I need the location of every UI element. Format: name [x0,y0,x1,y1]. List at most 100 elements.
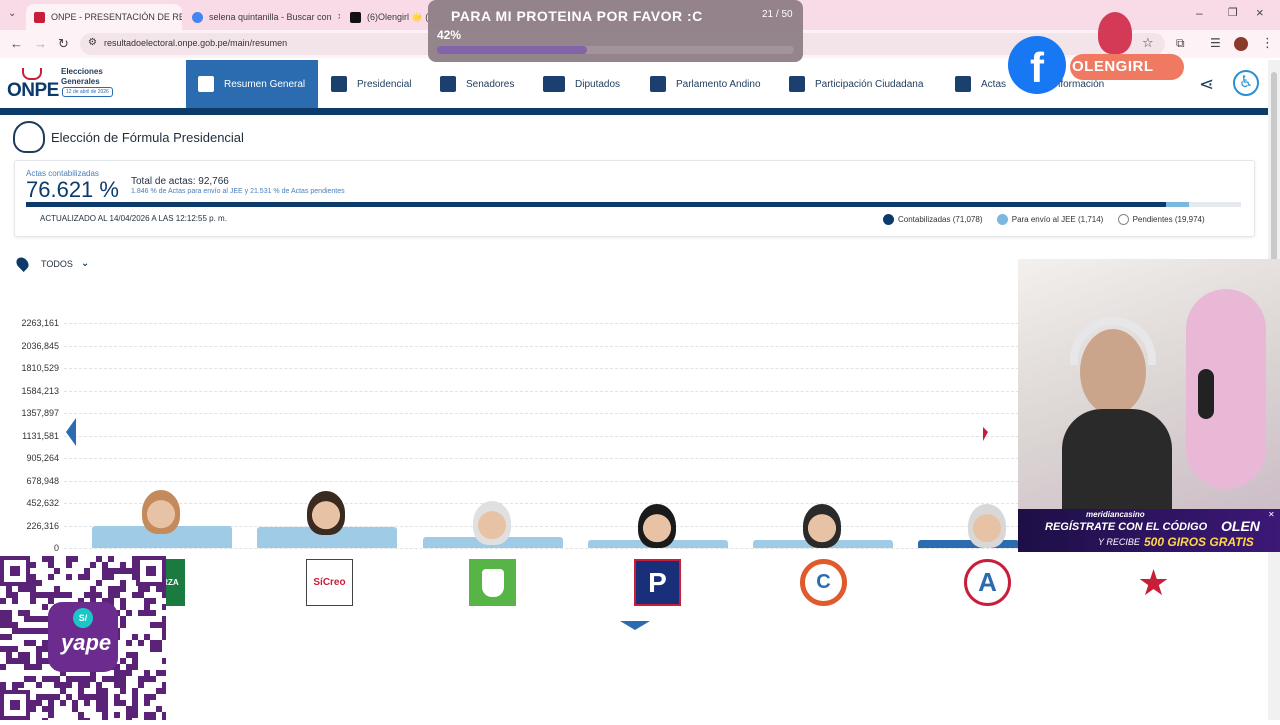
chart-prev-arrow-icon[interactable] [66,418,76,446]
actas-subnote: 1.846 % de Actas para envío al JEE y 21.… [131,188,345,195]
yape-label: yape [61,630,112,655]
casino-banner: meridiancasino REGÍSTRATE CON EL CÓDIGO … [1018,509,1280,552]
facebook-icon: f [1008,36,1066,94]
donation-goal-overlay: PARA MI PROTEINA POR FAVOR :C 21 / 50 42… [428,0,803,62]
nav-participacion-ciudadana[interactable]: Participación Ciudadana [789,60,923,108]
y-tick-label: 452,632 [26,498,59,508]
pending-dot-icon [1117,214,1129,225]
nav-resumen-general[interactable]: Resumen General [186,60,318,108]
mouse-cursor-icon [983,427,988,441]
candidate-photo[interactable] [142,490,180,535]
nav-parlamento-andino[interactable]: Parlamento Andino [650,60,761,108]
senate-icon [440,76,456,92]
y-tick-label: 1584,213 [21,385,59,396]
jee-dot-icon [996,214,1008,225]
onpe-logo[interactable]: ONPE Elecciones Generales 12 de abril de… [6,66,114,104]
nav-presidencial[interactable]: Presidencial [331,60,411,108]
nav-actas[interactable]: Actas [955,60,1006,108]
progress-jee [1166,202,1189,207]
accessibility-icon[interactable]: ♿ [1233,70,1259,96]
nav-label: Presidencial [357,78,412,90]
chart-expand-arrow-icon[interactable] [620,621,650,630]
y-tick-label: 2263,161 [21,318,59,328]
minimize-icon[interactable]: – [1196,6,1203,20]
actas-percent: 76.621 % [26,177,119,202]
nav-diputados[interactable]: Diputados [543,60,620,108]
casino-line2: Y RECIBE [1098,537,1140,547]
donation-percent: 42% [437,28,462,42]
scrollbar-thumb[interactable] [1271,72,1277,262]
summary-card [14,160,1255,237]
party-logo-si-creo[interactable]: SíCreo [306,559,353,606]
actas-progress-bar [26,202,1241,207]
yape-symbol: S/ [73,608,93,628]
grid-icon [198,76,214,92]
region-filter[interactable]: TODOS ⌄ [14,255,89,272]
y-tick-label: 2036,845 [21,340,59,351]
legend-jee: Para envío al JEE (1,714) [996,214,1104,225]
tiktok-favicon [350,11,361,23]
logo-text: ONPE [7,80,59,101]
party-logo-alianza[interactable]: A [964,559,1011,606]
restore-icon[interactable]: ❐ [1228,6,1238,19]
candidate-photo[interactable] [803,504,841,548]
gridline [64,435,1019,437]
share-icon[interactable]: ⋖ [1199,74,1214,95]
close-icon[interactable]: × [332,11,340,23]
donation-progress-track [437,46,794,54]
logo-subtitle-1: Elecciones [61,67,103,76]
party-logo-podemos[interactable]: P [634,559,681,606]
forward-icon[interactable]: → [34,36,47,51]
gridline [64,390,1019,392]
candidate-photo[interactable] [638,503,676,548]
ballot-icon [22,68,42,80]
party-logo-apra[interactable]: ★ [1130,559,1177,606]
gridline [64,480,1019,482]
tab-search-icon[interactable]: ⌄ [8,8,16,19]
vote-bar[interactable] [918,540,1019,548]
logo-subtitle-2: Generales [61,77,100,86]
legend-pending-label: Pendientes (19,974) [1132,214,1205,224]
gridline [64,413,1019,414]
tab-tiktok[interactable]: (6)Olengirl 🌟 (@oleng [342,4,430,30]
gridline [64,368,1019,369]
back-icon[interactable]: ← [10,36,23,51]
streamer-name: OLENGIRL [1072,58,1154,75]
tab-onpe[interactable]: ONPE - PRESENTACIÓN DE RES × [26,4,182,30]
y-tick-label: 905,264 [26,453,59,463]
location-pin-icon [14,255,31,272]
nav-senadores[interactable]: Senadores [440,60,514,108]
y-tick-label: 0 [53,543,59,553]
window-close-icon[interactable]: × [1256,5,1264,20]
casino-bonus: 500 GIROS GRATIS [1144,535,1254,549]
reload-icon[interactable]: ↻ [58,36,69,52]
profile-avatar[interactable] [1234,37,1248,51]
nav-label: Diputados [575,78,621,90]
facebook-overlay: OLENGIRL f [1008,12,1184,94]
y-tick-label: 1810,529 [21,363,59,373]
updated-timestamp: ACTUALIZADO AL 14/04/2026 A LAS 12:12:55… [40,214,227,223]
party-logo-broom[interactable] [469,559,516,606]
clipboard-icon [955,76,971,92]
candidate-photo[interactable] [473,500,511,545]
candidate-photo[interactable] [307,490,345,535]
site-info-icon[interactable]: ⚙ [88,37,97,48]
gridline [64,458,1019,459]
tab-label: (6)Olengirl 🌟 (@oleng [367,11,430,22]
congress-icon [543,76,565,92]
legend-jee-label: Para envío al JEE (1,714) [1011,214,1104,224]
andean-icon [650,76,666,92]
y-tick-label: 226,316 [26,520,59,531]
reading-list-icon[interactable]: ☰ [1210,36,1221,50]
casino-close-icon[interactable]: ✕ [1268,510,1275,519]
tab-google[interactable]: selena quintanilla - Buscar con × [184,4,340,30]
casino-brand: meridiancasino [1086,510,1145,519]
yape-badge: S/ yape [48,602,118,672]
progress-counted [26,202,1167,207]
page-title: Elección de Fórmula Presidencial [51,130,244,145]
broom-icon [481,568,504,597]
party-logo-c[interactable]: C [800,559,847,606]
menu-icon[interactable]: ⋮ [1261,35,1274,51]
candidate-photo[interactable] [968,504,1006,548]
y-tick-label: 678,948 [26,475,59,486]
